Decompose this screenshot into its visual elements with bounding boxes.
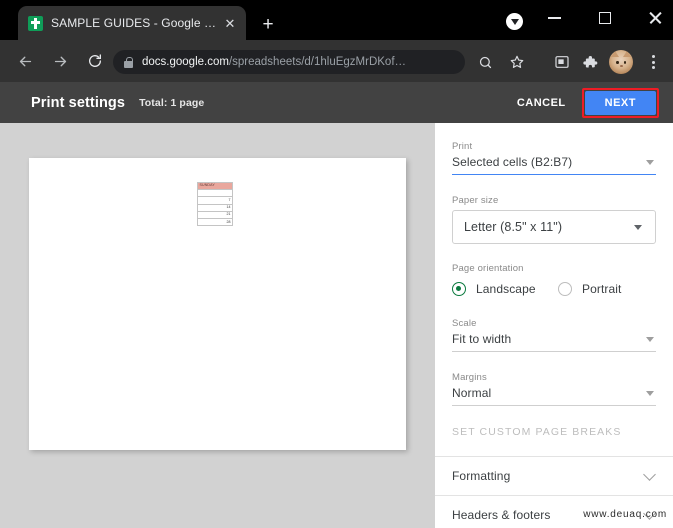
back-arrow-icon[interactable] [10,46,40,76]
preview-page: SUNDAY 7 14 21 28 [29,158,406,450]
table-cell: 14 [197,203,233,212]
chevron-down-icon [646,159,654,165]
print-settings-sidebar: Print Selected cells (B2:B7) Paper size … [435,123,673,528]
header-actions: CANCEL NEXT [509,87,673,118]
puzzle-piece-icon[interactable] [578,50,602,74]
scale-label: Scale [452,318,477,329]
forward-arrow-icon[interactable] [45,46,75,76]
radio-landscape-indicator [452,282,466,296]
chevron-down-icon [643,467,656,481]
preview-table: SUNDAY 7 14 21 28 [197,182,233,227]
scale-select[interactable]: Fit to width [452,329,656,352]
page-orientation-radio-group: Landscape Portrait [452,282,656,296]
table-row [197,188,233,198]
avatar-eye-left [616,61,619,64]
table-row: 7 [197,196,233,205]
margins-field: Margins Normal [435,352,673,406]
close-window-button[interactable] [638,4,672,32]
google-sheets-icon [28,15,43,31]
radio-landscape-label: Landscape [476,282,536,296]
paper-size-value: Letter (8.5" x 11") [464,220,563,234]
next-button-highlight: NEXT [581,87,659,118]
scale-value: Fit to width [452,332,512,346]
update-indicator-icon[interactable] [506,13,523,30]
chevron-down-icon [634,224,642,230]
print-settings-header: Print settings Total: 1 page CANCEL NEXT [0,82,673,123]
address-bar[interactable]: docs.google.com/spreadsheets/d/1hluEgzMr… [113,50,465,74]
table-cell: 21 [197,210,233,220]
paper-size-field: Paper size Letter (8.5" x 11") [435,175,673,244]
page-title: Print settings [31,94,126,111]
chevron-down-icon [646,336,654,342]
browser-tab[interactable]: SAMPLE GUIDES - Google Sheets ✕ [18,6,246,40]
radio-portrait[interactable]: Portrait [558,282,621,296]
total-pages-label: Total: 1 page [139,96,205,109]
page-orientation-label: Page orientation [452,263,524,274]
url-text: docs.google.com/spreadsheets/d/1hluEgzMr… [142,56,457,68]
avatar-nose [620,65,623,67]
three-dot-glyph [651,55,655,69]
avatar-ear-left [611,51,619,57]
accordion-formatting[interactable]: Formatting [435,457,673,495]
chevron-down-icon [646,390,654,396]
scale-field: Scale Fit to width [435,296,673,352]
table-row: 28 [197,218,233,227]
table-cell: 28 [197,218,233,227]
print-range-field: Print Selected cells (B2:B7) [435,123,673,175]
table-header-row: SUNDAY [197,182,233,190]
reload-icon[interactable] [80,46,110,76]
cancel-button[interactable]: CANCEL [509,91,574,115]
browser-window: SAMPLE GUIDES - Google Sheets ✕ + docs.g… [0,0,673,528]
table-cell: 7 [197,196,233,205]
new-tab-button[interactable]: + [256,12,280,36]
set-custom-page-breaks-button[interactable]: SET CUSTOM PAGE BREAKS [435,406,673,456]
accordion-headers-footers-label: Headers & footers [452,508,551,522]
table-row: 14 [197,203,233,212]
margins-label: Margins [452,372,487,383]
table-header-cell: SUNDAY [197,182,233,190]
paper-size-label: Paper size [452,195,499,206]
avatar-ear-right [623,51,631,57]
url-path: /spreadsheets/d/1hluEgzMrDKof… [228,56,407,68]
margins-value: Normal [452,386,492,400]
table-row: 21 [197,210,233,220]
url-host: docs.google.com [142,56,229,68]
search-zoom-icon[interactable] [473,50,497,74]
cast-icon[interactable] [550,50,574,74]
watermark: www.deuaq.com [583,509,667,520]
print-range-label: Print [452,141,473,152]
tab-title: SAMPLE GUIDES - Google Sheets [51,16,218,30]
page-orientation-field: Page orientation Landscape Portrait [435,244,673,296]
avatar-eye-right [623,61,626,64]
margins-select[interactable]: Normal [452,383,656,406]
avatar[interactable] [609,50,633,74]
print-range-select[interactable]: Selected cells (B2:B7) [452,152,656,175]
tab-strip: SAMPLE GUIDES - Google Sheets ✕ + [0,0,673,40]
radio-landscape[interactable]: Landscape [452,282,558,296]
accordion-formatting-label: Formatting [452,469,511,483]
close-tab-icon[interactable]: ✕ [222,15,238,31]
star-icon[interactable] [505,50,529,74]
three-dot-menu-icon[interactable] [641,50,665,74]
paper-size-select[interactable]: Letter (8.5" x 11") [452,210,656,244]
print-preview-pane: SUNDAY 7 14 21 28 [0,123,435,528]
lock-icon [123,56,134,68]
radio-portrait-label: Portrait [582,282,622,296]
radio-portrait-indicator [558,282,572,296]
maximize-button[interactable] [588,4,622,32]
print-range-value: Selected cells (B2:B7) [452,155,573,169]
next-button[interactable]: NEXT [584,90,656,115]
minimize-button[interactable] [537,4,571,32]
table-cell [197,188,233,198]
